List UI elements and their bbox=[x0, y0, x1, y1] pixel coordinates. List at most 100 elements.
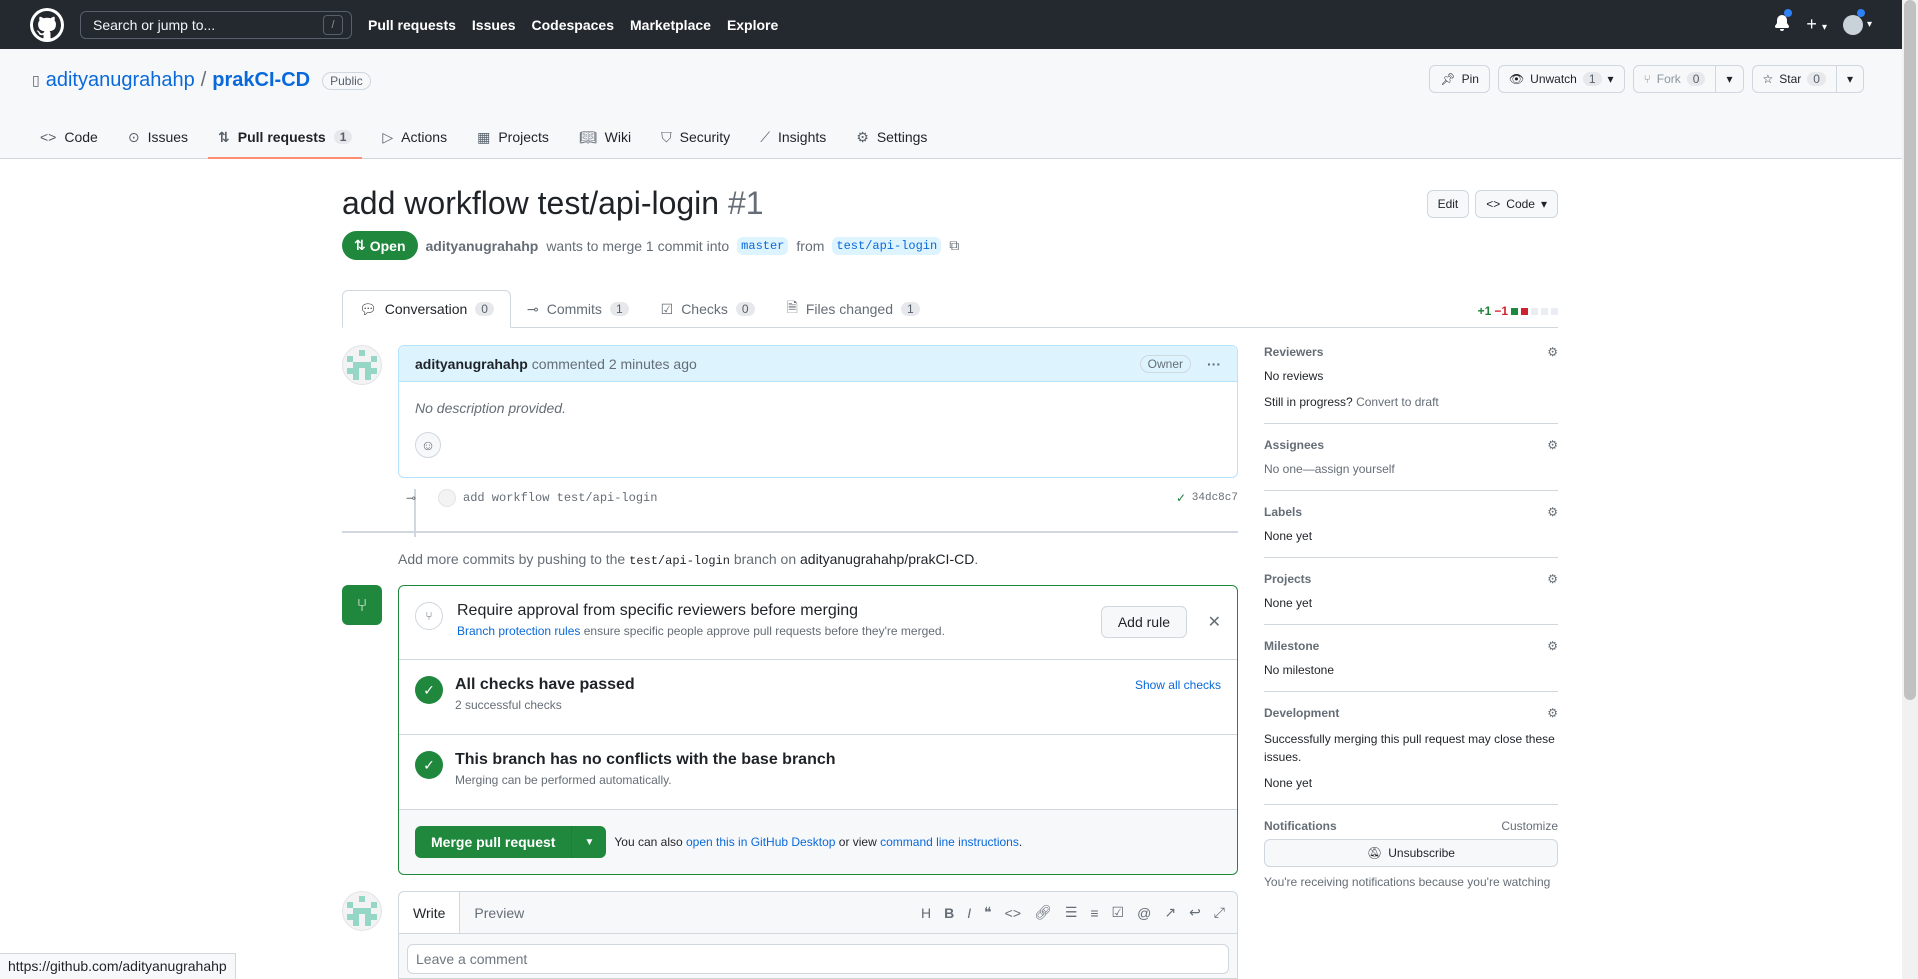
assign-yourself-link[interactable]: assign yourself bbox=[1315, 462, 1395, 476]
mention-icon[interactable]: @ bbox=[1137, 905, 1151, 921]
add-rule-button[interactable]: Add rule bbox=[1100, 606, 1187, 638]
nav-marketplace[interactable]: Marketplace bbox=[630, 17, 711, 33]
tab-security[interactable]: ⛉ Security bbox=[651, 115, 740, 159]
tab-pull-requests[interactable]: ⇅ Pull requests 1 bbox=[208, 115, 363, 159]
pr-sidebar: Reviewers ⚙ No reviews Still in progress?… bbox=[1264, 345, 1558, 889]
customize-link[interactable]: Customize bbox=[1501, 819, 1558, 833]
from-text: from bbox=[796, 237, 825, 254]
comment-textarea[interactable]: Leave a comment bbox=[407, 944, 1229, 974]
fullscreen-icon[interactable]: ⤢ bbox=[1214, 904, 1225, 921]
unsubscribe-button[interactable]: 🔕︎ Unsubscribe bbox=[1264, 839, 1558, 867]
gear-icon[interactable]: ⚙ bbox=[1547, 706, 1558, 720]
merge-action-section: Merge pull request ▼ You can also open t… bbox=[399, 810, 1237, 874]
branch-protection-link[interactable]: Branch protection rules bbox=[457, 624, 580, 638]
scrollbar[interactable] bbox=[1902, 0, 1918, 979]
tab-insights[interactable]: ⟋ Insights bbox=[750, 115, 836, 159]
base-branch[interactable]: master bbox=[737, 236, 789, 255]
star-count: 0 bbox=[1807, 72, 1826, 86]
chevron-down-icon: ▾ bbox=[1846, 72, 1853, 86]
check-icon[interactable]: ✓ bbox=[1176, 491, 1186, 505]
close-icon[interactable]: ✕ bbox=[1208, 612, 1221, 632]
gear-icon[interactable]: ⚙ bbox=[1547, 505, 1558, 519]
code-label: Code bbox=[1506, 197, 1535, 211]
nav-codespaces[interactable]: Codespaces bbox=[532, 17, 614, 33]
kebab-menu-icon[interactable]: ··· bbox=[1207, 356, 1221, 372]
checks-subtitle: 2 successful checks bbox=[455, 698, 562, 712]
github-logo-icon[interactable] bbox=[30, 7, 64, 42]
code-dropdown-button[interactable]: <> Code ▾ bbox=[1475, 190, 1558, 218]
gear-icon[interactable]: ⚙ bbox=[1547, 438, 1558, 452]
tab-checks[interactable]: ☑ Checks 0 bbox=[645, 290, 771, 328]
create-new-plus-icon[interactable]: + ▾ bbox=[1806, 14, 1827, 35]
merge-options-dropdown[interactable]: ▼ bbox=[571, 826, 607, 858]
tab-projects[interactable]: ▦ Projects bbox=[467, 115, 559, 159]
commit-message[interactable]: add workflow test/api-login bbox=[463, 491, 657, 505]
show-all-checks-link[interactable]: Show all checks bbox=[1135, 678, 1221, 692]
gear-icon[interactable]: ⚙ bbox=[1547, 572, 1558, 586]
pr-number: #1 bbox=[727, 185, 764, 221]
merge-text: wants to merge 1 commit into bbox=[546, 237, 730, 254]
italic-icon[interactable]: I bbox=[967, 905, 971, 921]
scrollbar-thumb[interactable] bbox=[1904, 0, 1916, 700]
unwatch-button[interactable]: 👁︎ Unwatch 1 ▾ bbox=[1497, 65, 1625, 93]
pr-author-link[interactable]: adityanugrahahp bbox=[426, 238, 539, 254]
tab-code[interactable]: <> Code bbox=[30, 115, 108, 159]
gear-icon[interactable]: ⚙ bbox=[1547, 345, 1558, 359]
rule-title: Require approval from specific reviewers… bbox=[457, 602, 859, 619]
avatar-status-dot bbox=[1856, 8, 1865, 17]
edit-title-button[interactable]: Edit bbox=[1426, 190, 1470, 218]
search-input[interactable]: Search or jump to... / bbox=[80, 10, 352, 39]
open-in-desktop-link[interactable]: open this in GitHub Desktop bbox=[686, 835, 835, 849]
avatar[interactable] bbox=[438, 489, 456, 507]
user-avatar-menu[interactable]: ▾ bbox=[1842, 8, 1872, 35]
commit-icon: ⊸ bbox=[526, 300, 539, 317]
link-icon[interactable]: 🔗︎ bbox=[1034, 904, 1052, 921]
tab-actions[interactable]: ▷ Actions bbox=[372, 115, 457, 159]
tab-label: Checks bbox=[681, 301, 728, 317]
unordered-list-icon[interactable]: ☰ bbox=[1065, 904, 1078, 921]
code-icon[interactable]: <> bbox=[1005, 905, 1021, 921]
head-branch[interactable]: test/api-login bbox=[832, 236, 942, 255]
reply-icon[interactable]: ↩ bbox=[1189, 904, 1201, 921]
comment-time[interactable]: commented 2 minutes ago bbox=[532, 356, 697, 372]
tab-conversation[interactable]: 💬︎ Conversation 0 bbox=[342, 290, 511, 328]
repo-owner-link[interactable]: adityanugrahahp bbox=[46, 69, 195, 92]
fork-button[interactable]: ⑂ Fork 0 bbox=[1632, 65, 1717, 93]
bold-icon[interactable]: B bbox=[944, 905, 954, 921]
tab-settings[interactable]: ⚙ Settings bbox=[846, 115, 937, 159]
diffstat-block bbox=[1551, 307, 1558, 315]
nav-explore[interactable]: Explore bbox=[727, 17, 778, 33]
play-icon: ▷ bbox=[382, 128, 394, 145]
command-line-instructions-link[interactable]: command line instructions bbox=[880, 835, 1019, 849]
smiley-reaction-icon[interactable]: ☺ bbox=[415, 432, 441, 458]
copy-icon[interactable]: ⧉ bbox=[949, 237, 959, 254]
write-tab[interactable]: Write bbox=[399, 892, 461, 933]
star-dropdown-button[interactable]: ▾ bbox=[1836, 65, 1864, 93]
quote-icon[interactable]: ❝ bbox=[984, 904, 992, 921]
merge-box: ⑂ Require approval from specific reviewe… bbox=[398, 585, 1238, 875]
ordered-list-icon[interactable]: ≡ bbox=[1090, 905, 1098, 921]
fork-dropdown-button[interactable]: ▾ bbox=[1716, 65, 1744, 93]
gear-icon[interactable]: ⚙ bbox=[1547, 639, 1558, 653]
tab-files-changed[interactable]: 🗎︎ Files changed 1 bbox=[771, 290, 936, 328]
task-list-icon[interactable]: ☑ bbox=[1112, 904, 1125, 921]
merge-pull-request-button[interactable]: Merge pull request bbox=[415, 826, 572, 858]
commit-sha[interactable]: 34dc8c7 bbox=[1192, 492, 1238, 504]
tab-wiki[interactable]: 📖︎ Wiki bbox=[569, 115, 641, 159]
pin-button[interactable]: 📌︎ Pin bbox=[1429, 65, 1490, 93]
avatar[interactable] bbox=[342, 891, 382, 931]
push-hint-branch: test/api-login bbox=[629, 554, 730, 568]
avatar[interactable] bbox=[342, 345, 382, 385]
tab-commits[interactable]: ⊸ Commits 1 bbox=[511, 290, 645, 328]
tab-issues[interactable]: ⊙ Issues bbox=[118, 115, 198, 159]
comment-author[interactable]: adityanugrahahp bbox=[415, 356, 528, 372]
preview-tab[interactable]: Preview bbox=[460, 892, 538, 933]
nav-pull-requests[interactable]: Pull requests bbox=[368, 17, 456, 33]
convert-to-draft-link[interactable]: Convert to draft bbox=[1356, 395, 1439, 409]
notifications-bell-icon[interactable] bbox=[1774, 9, 1793, 34]
star-button[interactable]: ☆ Star 0 bbox=[1751, 65, 1837, 93]
cross-reference-icon[interactable]: ↗ bbox=[1164, 904, 1176, 921]
repo-name-link[interactable]: prakCI-CD bbox=[212, 69, 310, 92]
nav-issues[interactable]: Issues bbox=[472, 17, 516, 33]
heading-icon[interactable]: H bbox=[921, 905, 931, 921]
